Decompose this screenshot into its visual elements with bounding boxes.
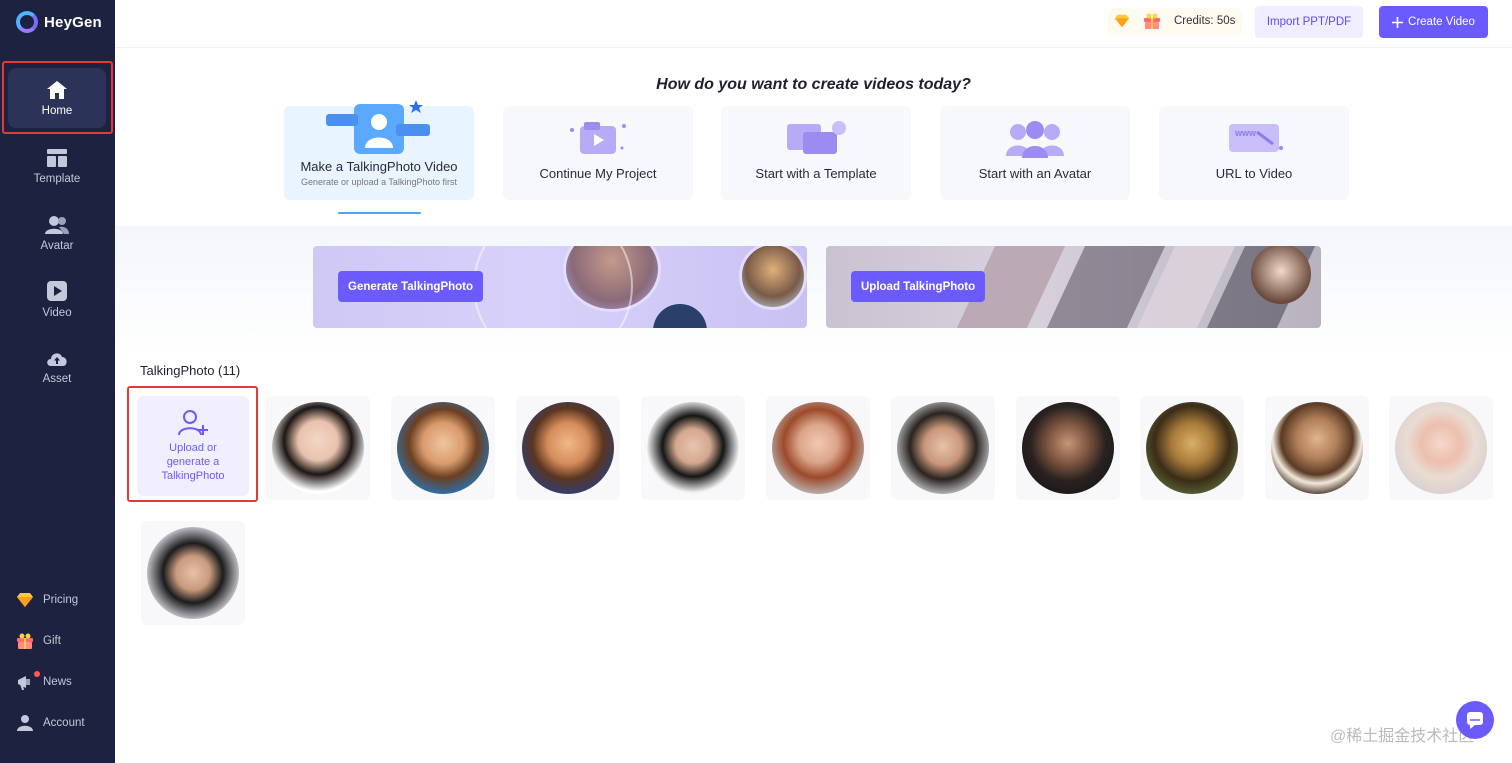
url-browser-icon: www <box>1229 124 1283 152</box>
add-person-icon <box>178 410 208 436</box>
talkingphoto-thumbnail <box>1146 402 1238 494</box>
plus-icon <box>1392 16 1404 28</box>
talkingphoto-item-man-with-glasses[interactable] <box>1016 396 1120 500</box>
diamond-icon[interactable] <box>1114 13 1130 29</box>
option-title: Start with a Template <box>755 166 877 181</box>
folder-play-icon <box>570 122 626 154</box>
talkingphoto-thumbnail <box>897 402 989 494</box>
talkingphoto-thumbnail <box>522 402 614 494</box>
talkingphoto-section-title: TalkingPhoto (11) <box>140 363 241 378</box>
template-icon <box>47 148 67 167</box>
banner-ring <box>473 246 633 328</box>
talkingphoto-item-curly-hair-boy[interactable] <box>891 396 995 500</box>
sidebar-item-label: Home <box>41 104 73 117</box>
upload-card-text: Upload or generate a TalkingPhoto <box>161 442 225 482</box>
import-ppt-pdf-button[interactable]: Import PPT/PDF <box>1255 6 1363 38</box>
sidebar-item-label: Pricing <box>43 594 79 606</box>
option-continue-project[interactable]: Continue My Project <box>503 106 693 200</box>
talkingphoto-thumbnail <box>397 402 489 494</box>
sidebar-item-account[interactable]: Account <box>16 713 85 733</box>
chat-support-button[interactable] <box>1456 701 1494 739</box>
talkingphoto-thumbnail <box>1395 402 1487 494</box>
generate-talkingphoto-banner[interactable]: Generate TalkingPhoto <box>313 246 807 328</box>
heygen-logo-icon <box>16 11 38 33</box>
cloud-upload-icon <box>47 352 67 366</box>
person-icon <box>17 715 33 731</box>
talkingphoto-thumbnail <box>1022 402 1114 494</box>
talkingphoto-item-mona-lisa[interactable] <box>1140 396 1244 500</box>
sidebar-item-label: News <box>43 676 72 688</box>
sidebar: HeyGen Home Template Avatar Video Asset … <box>0 0 115 763</box>
talkingphoto-item-blonde-woman[interactable] <box>1389 396 1493 500</box>
option-title: Continue My Project <box>539 166 657 181</box>
sidebar-item-template[interactable]: Template <box>8 136 106 196</box>
megaphone-icon <box>18 676 30 690</box>
sidebar-item-label: Template <box>33 172 81 185</box>
talkingphoto-item-dark-hair-man[interactable] <box>141 521 245 625</box>
option-template[interactable]: Start with a Template <box>721 106 911 200</box>
create-video-button[interactable]: Create Video <box>1379 6 1488 38</box>
talkingphoto-item-cartoon-man[interactable] <box>516 396 620 500</box>
gift-icon <box>17 633 33 649</box>
active-tab-indicator <box>338 212 421 214</box>
svg-text:www: www <box>1234 128 1257 138</box>
credits-label: Credits: 50s <box>1174 15 1236 27</box>
avatars-group-icon <box>1006 121 1064 158</box>
upload-or-generate-card[interactable]: Upload or generate a TalkingPhoto <box>137 396 249 496</box>
option-avatar[interactable]: Start with an Avatar <box>940 106 1130 200</box>
talkingphoto-thumbnail <box>147 527 239 619</box>
option-subtitle: Generate or upload a TalkingPhoto first <box>301 177 457 187</box>
gift-icon[interactable] <box>1143 12 1161 30</box>
sidebar-item-label: Avatar <box>40 239 74 252</box>
template-illustration-icon <box>787 121 846 154</box>
talkingphoto-item-young-man-portrait[interactable] <box>641 396 745 500</box>
upload-talkingphoto-banner[interactable]: Upload TalkingPhoto <box>826 246 1321 328</box>
option-title: Make a TalkingPhoto Video <box>300 159 458 174</box>
create-video-label: Create Video <box>1408 16 1475 28</box>
app-logo[interactable]: HeyGen <box>16 10 102 34</box>
sidebar-item-label: Gift <box>43 635 61 647</box>
generate-talkingphoto-button[interactable]: Generate TalkingPhoto <box>338 271 484 302</box>
talkingphoto-thumbnail <box>1271 402 1363 494</box>
page-headline: How do you want to create videos today? <box>656 76 971 93</box>
talkingphoto-item-woman-portrait[interactable] <box>266 396 370 500</box>
sidebar-item-label: Video <box>42 306 72 319</box>
talkingphoto-thumbnail <box>272 402 364 494</box>
video-icon <box>47 280 67 301</box>
talkingphoto-thumbnail <box>647 402 739 494</box>
option-talkingphoto[interactable]: Make a TalkingPhoto Video Generate or up… <box>284 100 474 200</box>
talkingphoto-item-redhead-woman[interactable] <box>766 396 870 500</box>
sidebar-item-label: Account <box>43 717 85 729</box>
sidebar-item-home[interactable]: Home <box>8 68 106 128</box>
sidebar-item-gift[interactable]: Gift <box>16 631 61 651</box>
notification-dot <box>34 671 40 677</box>
sidebar-item-video[interactable]: Video <box>8 269 106 329</box>
diamond-icon <box>17 593 33 607</box>
talkingphoto-item-cartoon-boy[interactable] <box>391 396 495 500</box>
banner-face-image <box>1251 246 1311 304</box>
chat-icon <box>1467 712 1483 729</box>
sidebar-item-asset[interactable]: Asset <box>8 336 106 396</box>
avatar-icon <box>45 215 69 234</box>
option-title: Start with an Avatar <box>978 166 1092 181</box>
option-title: URL to Video <box>1215 166 1293 181</box>
talkingphoto-thumbnail <box>772 402 864 494</box>
sidebar-item-label: Asset <box>42 372 72 385</box>
sidebar-item-pricing[interactable]: Pricing <box>16 590 78 610</box>
option-url-to-video[interactable]: www URL to Video <box>1159 106 1349 200</box>
sidebar-item-avatar[interactable]: Avatar <box>8 203 106 263</box>
talkingphoto-item-shakespeare[interactable] <box>1265 396 1369 500</box>
banner-cartoon-image <box>739 246 807 310</box>
upload-talkingphoto-button[interactable]: Upload TalkingPhoto <box>851 271 986 302</box>
talkingphoto-illustration-icon <box>326 100 430 154</box>
watermark-text: @稀土掘金技术社区 <box>1330 728 1475 745</box>
banner-avatar-image <box>653 304 707 328</box>
home-icon <box>47 80 67 99</box>
sidebar-item-news[interactable]: News <box>16 671 72 692</box>
app-name: HeyGen <box>44 13 102 31</box>
